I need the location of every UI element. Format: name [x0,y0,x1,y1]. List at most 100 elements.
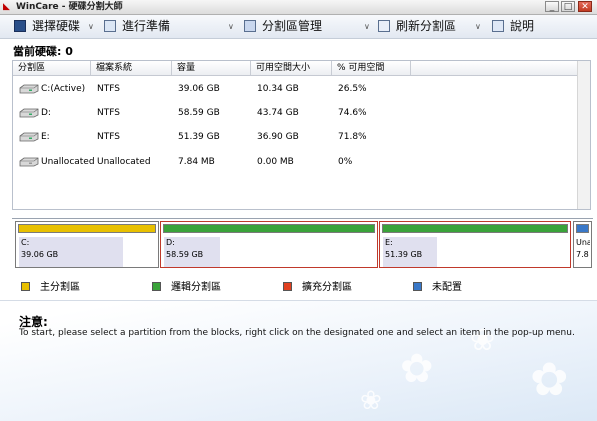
filesystem: Unallocated [97,157,151,167]
current-disk: 當前硬碟: 0 [13,43,73,59]
chevron-down-icon[interactable]: ∨ [228,15,234,38]
hard-drive-icon [19,157,39,167]
partition-name: E: [41,132,50,142]
legend-primary: 主分割區 [21,278,80,293]
capacity: 58.59 GB [178,108,220,118]
legend-logical: 邏輯分割區 [152,278,221,293]
partition-table: 分割區 檔案系統 容量 可用空間大小 % 可用空間 C:(Active) NTF… [12,60,591,210]
current-disk-label: 當前硬碟: [13,45,62,58]
extended-swatch [283,282,292,291]
column-header-free-space[interactable]: 可用空間大小 [251,61,332,75]
primary-swatch [21,282,30,291]
table-row[interactable]: C:(Active) NTFS 39.06 GB 10.34 GB 26.5% [13,78,590,100]
refresh-partitions-menu[interactable]: 刷新分割區 [378,15,456,38]
legend-unallocated: 未配置 [413,278,462,293]
partition-block-unallocated[interactable]: Una 7.8 [573,221,592,268]
partition-name: C:(Active) [41,84,86,94]
partition-management-menu[interactable]: 分割區管理 [244,15,322,38]
partition-block-size: 51.39 GB [385,250,423,259]
free-percent: 26.5% [338,84,367,94]
partition-block-info: E: 51.39 GB [383,237,437,267]
partition-block-c[interactable]: C: 39.06 GB [15,221,159,268]
minimize-button[interactable]: _ [545,1,559,12]
hard-drive-icon [19,132,39,142]
hard-drive-icon [19,84,39,94]
partition-name: Unallocated [41,157,95,167]
chevron-down-icon[interactable]: ∨ [364,15,370,38]
partition-block-label: Una [576,238,590,247]
title-bar: ◣ WinCare - 硬碟分割大師 _ □ ✕ [0,0,597,15]
partition-blocks: C: 39.06 GB D: 58.59 GB E: 51.39 GB Una … [12,218,593,271]
close-button[interactable]: ✕ [578,1,592,12]
current-disk-value: 0 [65,45,73,58]
legend-unallocated-label: 未配置 [432,282,462,293]
unallocated-swatch [413,282,422,291]
disk-icon [14,20,26,32]
decorative-flower-icon: ✿ [530,352,569,406]
partition-block-e[interactable]: E: 51.39 GB [379,221,571,268]
table-row[interactable]: Unallocated Unallocated 7.84 MB 0.00 MB … [13,151,590,173]
partition-block-label: E: [385,238,393,247]
free-space: 36.90 GB [257,132,299,142]
capacity: 7.84 MB [178,157,215,167]
app-icon: ◣ [3,2,10,12]
legend-logical-label: 邏輯分割區 [171,282,221,293]
partition-block-label: C: [21,238,30,247]
table-scrollbar[interactable] [577,61,590,209]
partition-bar [18,224,156,233]
column-header-partition[interactable]: 分割區 [13,61,91,75]
logical-swatch [152,282,161,291]
chevron-down-icon[interactable]: ∨ [88,15,94,38]
window-title: WinCare - 硬碟分割大師 [16,2,123,12]
partition-management-label: 分割區管理 [262,19,323,33]
partition-bar [382,224,568,233]
capacity: 51.39 GB [178,132,220,142]
maximize-button[interactable]: □ [561,1,575,12]
column-header-free-percent[interactable]: % 可用空間 [332,61,411,75]
column-header-filesystem[interactable]: 檔案系統 [91,61,172,75]
filesystem: NTFS [97,108,120,118]
filesystem: NTFS [97,84,120,94]
legend-primary-label: 主分割區 [40,282,80,293]
prepare-label: 進行準備 [122,19,171,33]
partition-block-size: 7.8 [576,250,589,259]
free-space: 43.74 GB [257,108,299,118]
column-header-capacity[interactable]: 容量 [172,61,251,75]
partition-block-size: 58.59 GB [166,250,204,259]
toolbar: 選擇硬碟 ∨ 進行準備 ∨ 分割區管理 ∨ 刷新分割區 ∨ 說明 [0,15,597,39]
decorative-flower-icon: ✿ [400,346,434,392]
partition-bar [576,224,589,233]
chevron-down-icon[interactable]: ∨ [475,15,481,38]
partition-block-info: D: 58.59 GB [164,237,220,267]
decorative-flower-icon: ❀ [470,323,496,358]
refresh-partitions-label: 刷新分割區 [396,19,457,33]
partition-block-info: Una 7.8 [575,237,590,267]
prepare-menu[interactable]: 進行準備 [104,15,170,38]
table-header: 分割區 檔案系統 容量 可用空間大小 % 可用空間 [13,61,590,76]
table-row[interactable]: E: NTFS 51.39 GB 36.90 GB 71.8% [13,126,590,148]
filesystem: NTFS [97,132,120,142]
partition-block-size: 39.06 GB [21,250,59,259]
select-disk-label: 選擇硬碟 [32,19,81,33]
table-row[interactable]: D: NTFS 58.59 GB 43.74 GB 74.6% [13,102,590,124]
notice-text: To start, please select a partition from… [19,328,575,338]
help-icon [492,20,504,32]
select-disk-menu[interactable]: 選擇硬碟 [14,15,80,38]
refresh-icon [378,20,390,32]
partition-name: D: [41,108,51,118]
free-percent: 71.8% [338,132,367,142]
legend-extended-label: 擴充分割區 [302,282,352,293]
partition-block-d[interactable]: D: 58.59 GB [160,221,378,268]
free-space: 10.34 GB [257,84,299,94]
prepare-icon [104,20,116,32]
help-label: 說明 [510,19,535,33]
partition-icon [244,20,256,32]
hard-drive-icon [19,108,39,118]
free-percent: 0% [338,157,353,167]
free-space: 0.00 MB [257,157,294,167]
help-menu[interactable]: 說明 [492,15,534,38]
partition-bar [163,224,375,233]
free-percent: 74.6% [338,108,367,118]
partition-block-label: D: [166,238,175,247]
notice-panel: ✿ ❀ ✿ ❀ 注意: To start, please select a pa… [0,300,597,421]
